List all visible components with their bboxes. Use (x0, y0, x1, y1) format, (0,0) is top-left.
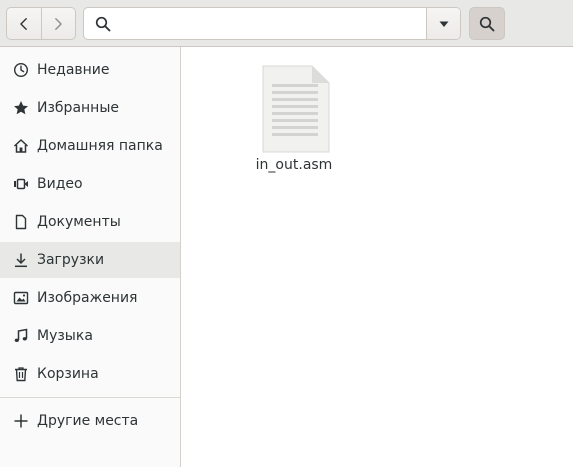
sidebar-item-label: Загрузки (37, 252, 105, 268)
file-item[interactable]: in_out.asm (254, 61, 334, 181)
sidebar-item-trash[interactable]: Корзина (0, 356, 180, 392)
sidebar-item-label: Избранные (37, 100, 119, 116)
forward-button[interactable] (40, 8, 76, 39)
text-file-icon (262, 65, 330, 153)
sidebar-item-label: Домашняя папка (37, 138, 163, 154)
documents-icon (12, 213, 30, 231)
back-button[interactable] (7, 8, 41, 39)
pan-down-icon (439, 21, 448, 27)
sidebar-item-label: Видео (37, 176, 83, 192)
sidebar-item-starred[interactable]: Избранные (0, 90, 180, 126)
music-icon (12, 327, 30, 345)
file-view: in_out.asm (182, 47, 573, 467)
trash-icon (12, 365, 30, 383)
sidebar-separator (0, 397, 180, 398)
go-next-icon (55, 17, 63, 30)
sidebar-item-other-locations[interactable]: Другие места (0, 403, 180, 439)
edit-find-icon (479, 16, 495, 31)
location-entry[interactable] (83, 7, 461, 40)
places-sidebar: Недавние Избранные Домашняя папка Видео (0, 47, 181, 467)
sidebar-item-label: Документы (37, 214, 121, 230)
location-dropdown-button[interactable] (426, 8, 460, 39)
home-icon (12, 137, 30, 155)
navigation-buttons (6, 7, 76, 40)
search-toggle-button[interactable] (469, 7, 505, 40)
starred-icon (12, 99, 30, 117)
file-name: in_out.asm (255, 157, 333, 173)
pictures-icon (12, 289, 30, 307)
downloads-icon (12, 251, 30, 269)
location-input[interactable] (118, 12, 422, 37)
header-bar (0, 0, 573, 47)
plus-icon (12, 412, 30, 430)
file-chooser-window: Недавние Избранные Домашняя папка Видео (0, 0, 573, 467)
sidebar-item-downloads[interactable]: Загрузки (0, 242, 180, 278)
sidebar-item-label: Корзина (37, 366, 99, 382)
search-icon (95, 16, 111, 32)
sidebar-item-pictures[interactable]: Изображения (0, 280, 180, 316)
sidebar-item-home[interactable]: Домашняя папка (0, 128, 180, 164)
go-previous-icon (19, 17, 27, 30)
sidebar-item-label: Недавние (37, 62, 110, 78)
sidebar-item-videos[interactable]: Видео (0, 166, 180, 202)
sidebar-item-music[interactable]: Музыка (0, 318, 180, 354)
sidebar-item-label: Музыка (37, 328, 93, 344)
sidebar-item-documents[interactable]: Документы (0, 204, 180, 240)
recent-icon (12, 61, 30, 79)
sidebar-item-label: Другие места (37, 413, 139, 429)
sidebar-item-recent[interactable]: Недавние (0, 52, 180, 88)
sidebar-item-label: Изображения (37, 290, 138, 306)
video-icon (12, 175, 30, 193)
